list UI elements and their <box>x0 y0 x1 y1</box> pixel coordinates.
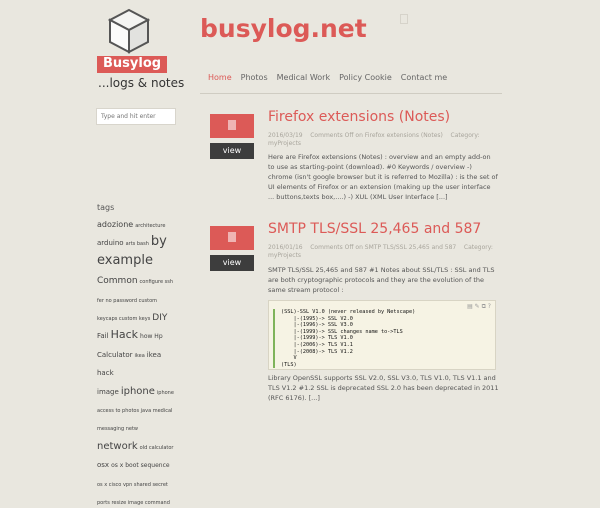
tag-link[interactable]: iphone <box>121 386 155 397</box>
tag-link[interactable]: Fail <box>97 332 109 340</box>
tag-link[interactable]: Calculator <box>97 351 133 359</box>
tag-link[interactable]: os x boot sequence <box>111 462 170 469</box>
nav-medical-work[interactable]: Medical Work <box>277 73 330 82</box>
tag-link[interactable]: ports resize image command <box>97 500 170 506</box>
brand-badge[interactable]: Busylog <box>97 56 168 73</box>
post-category[interactable]: myProjects <box>268 252 301 259</box>
tag-link[interactable]: messaging netw <box>97 426 138 433</box>
tag-link[interactable]: Common <box>97 276 138 286</box>
tag-link[interactable]: network <box>97 441 138 452</box>
tags-heading: tags <box>97 203 115 212</box>
post-date[interactable]: 2016/03/19 <box>268 132 303 139</box>
post-date[interactable]: 2016/01/16 <box>268 244 303 251</box>
code-block: ▤ ✎ ⧉ ? (SSL)-SSL V1.0 (never released b… <box>268 300 496 370</box>
tag-link[interactable]: arts bash <box>126 241 149 248</box>
post-category-label: Category: <box>450 132 480 139</box>
nav-divider <box>200 93 502 94</box>
tag-link[interactable]: configure ssh <box>140 279 173 285</box>
post-meta: 2016/03/19 Comments Off on Firefox exten… <box>268 132 500 148</box>
post-title[interactable]: Firefox extensions (Notes) <box>268 109 450 125</box>
nav-contact-me[interactable]: Contact me <box>401 73 447 82</box>
tag-link[interactable]: iphone <box>157 390 174 396</box>
document-icon <box>228 232 236 242</box>
document-icon <box>228 120 236 130</box>
tag-cloud: adozione architecture arduino arts bash by … <box>97 213 179 508</box>
post-comments[interactable]: Comments Off on Firefox extensions (Note… <box>310 132 443 139</box>
post-comments[interactable]: Comments Off on SMTP TLS/SSL 25,465 and … <box>310 244 456 251</box>
nav-home[interactable]: Home <box>208 73 232 82</box>
post-category-label: Category: <box>463 244 493 251</box>
post-meta: 2016/01/16 Comments Off on SMTP TLS/SSL … <box>268 244 500 260</box>
header-mark-icon <box>400 14 408 24</box>
code-toolbar-icons[interactable]: ▤ ✎ ⧉ ? <box>467 303 491 311</box>
main-nav: Home Photos Medical Work Policy Cookie C… <box>208 73 456 82</box>
post-thumbnail[interactable] <box>210 114 254 138</box>
tag-link[interactable]: ikea <box>135 353 145 359</box>
tag-link[interactable]: osx <box>97 461 109 469</box>
post-title[interactable]: SMTP TLS/SSL 25,465 and 587 <box>268 221 481 237</box>
post-excerpt: SMTP TLS/SSL 25,465 and 587 #1 Notes abo… <box>268 266 495 294</box>
view-button[interactable]: view <box>210 255 254 271</box>
tag-link[interactable]: old calculator <box>140 445 174 451</box>
nav-policy-cookie[interactable]: Policy Cookie <box>339 73 392 82</box>
tag-link[interactable]: image <box>97 388 119 396</box>
tag-link[interactable]: os x cisco vpn shared secret <box>97 482 168 488</box>
code-content: (SSL)-SSL V1.0 (never released by Netsca… <box>273 309 415 369</box>
site-tagline: ...logs & notes <box>98 76 185 90</box>
post-thumbnail[interactable] <box>210 226 254 250</box>
nav-photos[interactable]: Photos <box>241 73 268 82</box>
tag-link[interactable]: by <box>151 234 167 249</box>
tag-link[interactable]: fer no password custom <box>97 298 157 304</box>
search-input[interactable] <box>96 108 176 125</box>
site-title[interactable]: busylog.net <box>200 14 367 43</box>
view-button[interactable]: view <box>210 143 254 159</box>
post-continued-text: Library OpenSSL supports SSL V2.0, SSL V… <box>268 374 499 402</box>
post-excerpt: Here are Firefox extensions (Notes) : ov… <box>268 153 498 201</box>
tag-link[interactable]: Hack <box>111 328 138 342</box>
tag-link[interactable]: arduino <box>97 239 124 247</box>
tag-link[interactable]: DIY <box>152 313 167 323</box>
tag-link[interactable]: architecture <box>135 223 165 229</box>
tag-link[interactable]: keycaps custom keys <box>97 316 150 322</box>
tag-link[interactable]: adozione <box>97 220 133 229</box>
tag-link[interactable]: access to photos java medical <box>97 408 172 414</box>
post-category[interactable]: myProjects <box>268 140 301 147</box>
tag-link[interactable]: example <box>97 253 153 268</box>
cube-logo-icon[interactable] <box>108 8 150 54</box>
tag-link[interactable]: how Hp <box>140 333 163 340</box>
